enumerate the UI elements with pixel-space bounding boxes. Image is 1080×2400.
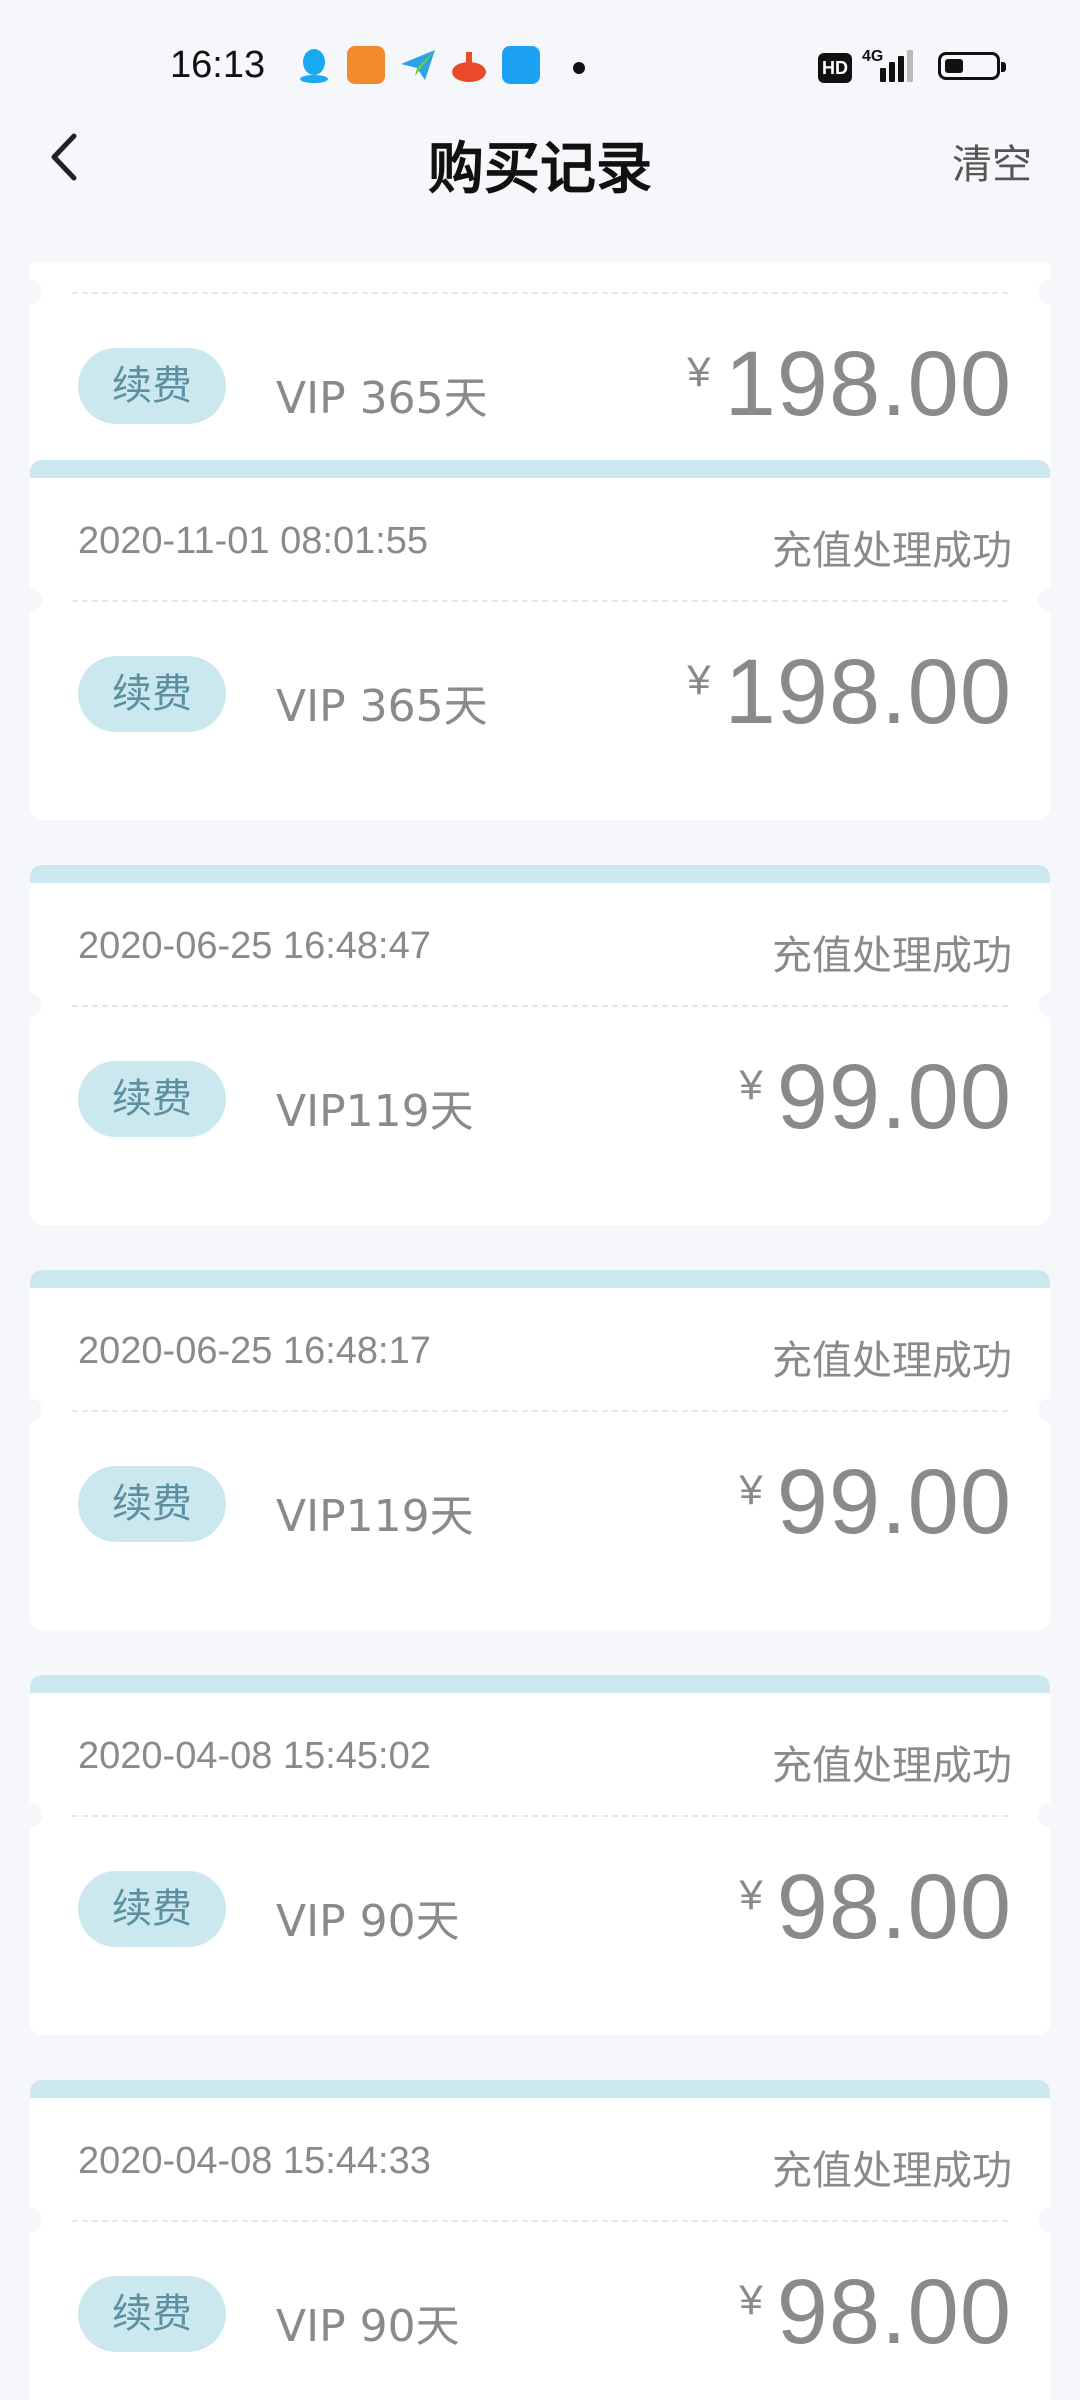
card-accent-bar xyxy=(30,2080,1050,2098)
record-status: 充值处理成功 xyxy=(772,2148,1012,2194)
product-name: VIP 90天 xyxy=(276,2301,460,2352)
price: ¥198.00 xyxy=(687,640,1012,745)
record-date: 2020-06-25 16:48:17 xyxy=(78,1330,431,1372)
renewal-tag: 续费 xyxy=(78,348,226,424)
renewal-tag: 续费 xyxy=(78,1871,226,1947)
app-notification-icon xyxy=(450,46,488,84)
record-status: 充值处理成功 xyxy=(772,528,1012,574)
hd-icon: HD xyxy=(818,53,852,83)
ticket-notch xyxy=(1038,1803,1050,1827)
ticket-notch xyxy=(30,588,42,612)
price-amount: 198.00 xyxy=(724,641,1012,743)
product-name: VIP 90天 xyxy=(276,1896,460,1947)
record-date: 2020-06-25 16:48:47 xyxy=(78,925,431,967)
dashed-divider xyxy=(72,600,1008,602)
price-amount: 99.00 xyxy=(776,1046,1012,1148)
paper-plane-icon xyxy=(399,46,437,84)
status-time: 16:13 xyxy=(170,44,266,86)
price: ¥99.00 xyxy=(739,1450,1012,1555)
product-name: VIP119天 xyxy=(276,1491,474,1542)
renewal-tag: 续费 xyxy=(78,1466,226,1542)
ticket-notch xyxy=(1038,1398,1050,1422)
card-accent-bar xyxy=(30,1675,1050,1693)
page-title: 购买记录 xyxy=(428,137,652,202)
ticket-notch xyxy=(1038,280,1050,304)
ticket-notch xyxy=(1038,588,1050,612)
ticket-notch xyxy=(1038,993,1050,1017)
currency-symbol: ¥ xyxy=(739,1466,763,1513)
card-accent-bar xyxy=(30,865,1050,883)
record-card: 2020-04-08 15:45:02 充值处理成功 续费 VIP 90天 ¥9… xyxy=(30,1675,1050,2035)
card-accent-bar xyxy=(30,1270,1050,1288)
purchase-record-list[interactable]: 续费 VIP 365天 ¥198.00 2020-11-01 08:01:55 … xyxy=(0,262,1080,2400)
renewal-tag: 续费 xyxy=(78,1061,226,1137)
record-card: 2020-11-01 08:01:55 充值处理成功 续费 VIP 365天 ¥… xyxy=(30,460,1050,820)
price-amount: 98.00 xyxy=(776,2261,1012,2363)
product-name: VIP 365天 xyxy=(276,373,488,424)
price: ¥99.00 xyxy=(739,1045,1012,1150)
renewal-tag: 续费 xyxy=(78,2276,226,2352)
currency-symbol: ¥ xyxy=(739,2276,763,2323)
ticket-notch xyxy=(30,1398,42,1422)
ticket-notch xyxy=(30,1803,42,1827)
record-card: 2020-06-25 16:48:17 充值处理成功 续费 VIP119天 ¥9… xyxy=(30,1270,1050,1630)
dashed-divider xyxy=(72,2220,1008,2222)
price: ¥198.00 xyxy=(687,332,1012,437)
record-status: 充值处理成功 xyxy=(772,1743,1012,1789)
dashed-divider xyxy=(72,1815,1008,1817)
record-date: 2020-04-08 15:45:02 xyxy=(78,1735,431,1777)
ticket-notch xyxy=(30,280,42,304)
network-type: 4G xyxy=(862,48,884,65)
uc-browser-icon xyxy=(347,46,385,84)
record-date: 2020-04-08 15:44:33 xyxy=(78,2140,431,2182)
record-card: 2020-06-25 16:48:47 充值处理成功 续费 VIP119天 ¥9… xyxy=(30,865,1050,1225)
browser-app-icon xyxy=(502,46,540,84)
price: ¥98.00 xyxy=(739,1855,1012,1960)
ticket-notch xyxy=(30,993,42,1017)
currency-symbol: ¥ xyxy=(739,1061,763,1108)
more-notifications-dot xyxy=(573,62,585,74)
price-amount: 98.00 xyxy=(776,1856,1012,1958)
nav-bar: 购买记录 清空 xyxy=(0,100,1080,210)
product-name: VIP 365天 xyxy=(276,681,488,732)
ticket-notch xyxy=(1038,2208,1050,2232)
currency-symbol: ¥ xyxy=(687,348,711,395)
battery-icon xyxy=(938,52,1006,80)
clear-button[interactable]: 清空 xyxy=(952,132,1032,190)
qq-icon xyxy=(295,46,333,84)
dashed-divider xyxy=(72,1005,1008,1007)
ticket-notch xyxy=(30,2208,42,2232)
card-accent-bar xyxy=(30,460,1050,478)
dashed-divider xyxy=(72,1410,1008,1412)
record-status: 充值处理成功 xyxy=(772,933,1012,979)
price-amount: 198.00 xyxy=(724,333,1012,435)
renewal-tag: 续费 xyxy=(78,656,226,732)
record-status: 充值处理成功 xyxy=(772,1338,1012,1384)
price: ¥98.00 xyxy=(739,2260,1012,2365)
currency-symbol: ¥ xyxy=(687,656,711,703)
price-amount: 99.00 xyxy=(776,1451,1012,1553)
record-card: 2020-04-08 15:44:33 充值处理成功 续费 VIP 90天 ¥9… xyxy=(30,2080,1050,2400)
dashed-divider xyxy=(72,292,1008,294)
currency-symbol: ¥ xyxy=(739,1871,763,1918)
record-date: 2020-11-01 08:01:55 xyxy=(78,520,429,562)
product-name: VIP119天 xyxy=(276,1086,474,1137)
